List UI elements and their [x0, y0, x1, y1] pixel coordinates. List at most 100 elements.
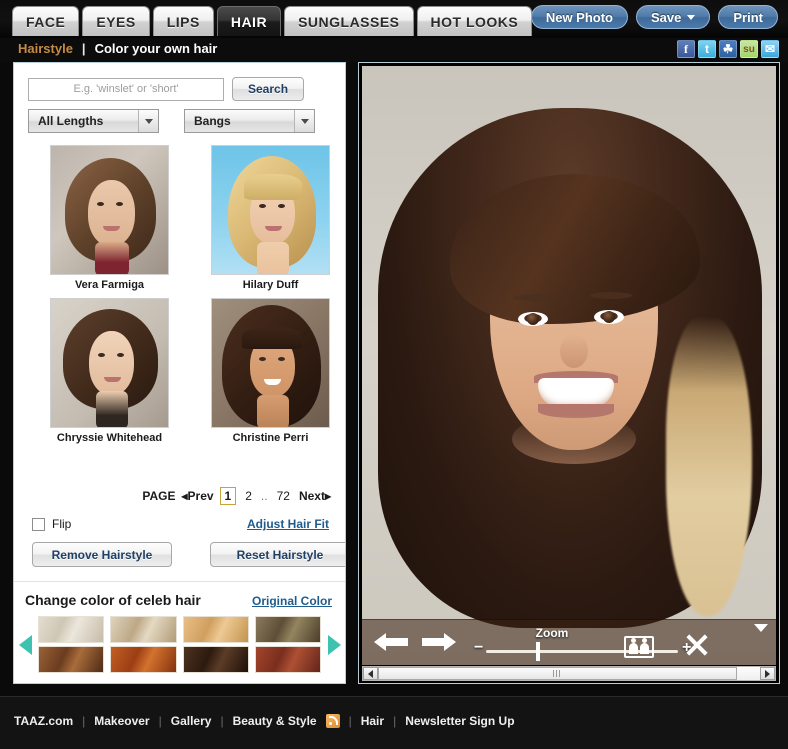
swatch-beige-blonde[interactable]	[110, 616, 177, 643]
tab-hair[interactable]: HAIR	[216, 6, 282, 36]
chevron-down-icon	[138, 110, 158, 132]
swatch-dark-brown[interactable]	[182, 646, 249, 673]
scroll-left-arrow-icon[interactable]	[363, 667, 378, 680]
flip-control[interactable]: Flip	[32, 517, 71, 531]
flip-label: Flip	[52, 517, 72, 531]
chevron-down-icon	[294, 110, 314, 132]
scrollbar-track[interactable]	[378, 667, 760, 680]
myspace-icon[interactable]: ☘	[719, 40, 737, 58]
viewer-toolbar: Zoom − +	[362, 619, 776, 665]
pagination-last-page[interactable]: 72	[274, 488, 293, 504]
swatch-auburn-red[interactable]	[254, 646, 321, 673]
swatch-medium-brown[interactable]	[38, 646, 105, 673]
hair-color-header: Change color of celeb hair Original Colo…	[25, 592, 332, 608]
footer-divider: |	[158, 714, 162, 728]
compare-icon[interactable]	[624, 636, 654, 658]
flip-checkbox[interactable]	[32, 517, 45, 531]
user-photo[interactable]	[362, 66, 776, 665]
new-photo-button[interactable]: New Photo	[530, 5, 628, 29]
close-icon[interactable]	[684, 632, 710, 658]
search-button[interactable]: Search	[232, 77, 305, 101]
swatch-dark-ash-brown[interactable]	[254, 616, 321, 643]
footer-link-newsletter[interactable]: Newsletter Sign Up	[405, 714, 514, 728]
facebook-icon[interactable]: f	[677, 40, 695, 58]
scrollbar-thumb[interactable]	[378, 667, 738, 680]
scroll-right-arrow-icon[interactable]	[760, 667, 775, 680]
hair-color-carousel	[14, 616, 345, 673]
tab-sunglasses[interactable]: SUNGLASSES	[284, 6, 414, 36]
sub-header-bar: Hairstyle | Color your own hair f t ☘ su…	[0, 38, 788, 62]
pagination-prev[interactable]: ◂Prev	[182, 489, 214, 503]
save-label: Save	[651, 9, 682, 25]
adjust-hair-fit-link[interactable]: Adjust Hair Fit	[247, 517, 329, 531]
footer-link-taaz[interactable]: TAAZ.com	[14, 714, 73, 728]
footer-divider: |	[393, 714, 397, 728]
breadcrumb-hairstyle[interactable]: Hairstyle	[18, 41, 73, 56]
person-glyph-right	[640, 638, 649, 654]
footer-link-makeover[interactable]: Makeover	[94, 714, 149, 728]
zoom-out-button[interactable]: −	[474, 640, 483, 656]
tab-hot-looks[interactable]: HOT LOOKS	[416, 6, 533, 36]
hair-color-swatches	[36, 616, 323, 673]
filter-row: All Lengths Bangs	[28, 109, 315, 133]
swatch-golden-blonde[interactable]	[182, 616, 249, 643]
tab-eyes[interactable]: EYES	[82, 6, 150, 36]
footer-link-gallery[interactable]: Gallery	[171, 714, 212, 728]
swatch-light-ash-blonde[interactable]	[38, 616, 105, 643]
save-button[interactable]: Save	[636, 5, 711, 29]
pagination-current-page[interactable]: 1	[219, 487, 237, 505]
scrollbar-grip-icon	[553, 670, 563, 677]
carousel-next-arrow-icon[interactable]	[323, 634, 345, 655]
celebrity-card-christine-perri[interactable]: Christine Perri	[211, 298, 330, 444]
footer-link-beauty-style[interactable]: Beauty & Style	[233, 714, 317, 728]
footer-link-hair[interactable]: Hair	[361, 714, 384, 728]
chevron-down-icon	[687, 14, 696, 20]
photo-brow-right	[590, 292, 632, 299]
celebrity-name: Chryssie Whitehead	[56, 432, 163, 444]
photo-chin	[512, 414, 636, 464]
forward-arrow-icon[interactable]	[418, 630, 458, 654]
pagination-next[interactable]: Next▸	[299, 489, 331, 503]
collapse-caret-icon[interactable]	[754, 624, 768, 632]
zoom-slider-handle[interactable]	[536, 642, 540, 661]
back-arrow-icon[interactable]	[372, 630, 412, 654]
length-select[interactable]: All Lengths	[28, 109, 159, 133]
print-label: Print	[733, 9, 763, 25]
photo-horizontal-scrollbar[interactable]	[362, 666, 776, 681]
celebrity-card-chryssie-whitehead[interactable]: Chryssie Whitehead	[50, 298, 169, 444]
pagination: PAGE ◂Prev 1 2 .. 72 Next▸	[14, 487, 331, 505]
swatch-copper-red[interactable]	[110, 646, 177, 673]
celebrity-name: Christine Perri	[232, 432, 309, 444]
pagination-page-2[interactable]: 2	[242, 488, 255, 504]
celebrity-card-hilary-duff[interactable]: Hilary Duff	[211, 145, 330, 291]
search-row: Search	[28, 77, 305, 101]
footer-divider: |	[348, 714, 352, 728]
photo-pupil-left	[527, 313, 539, 325]
celebrity-thumbnail[interactable]	[211, 298, 330, 428]
top-action-buttons: New Photo Save Print	[530, 5, 778, 29]
tab-face[interactable]: FACE	[12, 6, 80, 36]
celebrity-thumbnail[interactable]	[50, 145, 169, 275]
stumbleupon-icon[interactable]: su	[740, 40, 758, 58]
thumbnail-photo	[212, 146, 329, 274]
print-button[interactable]: Print	[718, 5, 778, 29]
rss-icon[interactable]	[325, 714, 340, 728]
email-icon[interactable]: ✉	[761, 40, 779, 58]
remove-hairstyle-button[interactable]: Remove Hairstyle	[32, 542, 172, 567]
length-select-value: All Lengths	[38, 114, 104, 128]
tab-lips[interactable]: LIPS	[152, 6, 214, 36]
reset-hairstyle-button[interactable]: Reset Hairstyle	[210, 542, 345, 567]
thumbnail-photo	[51, 146, 168, 274]
bangs-select[interactable]: Bangs	[184, 109, 315, 133]
celebrity-thumbnail[interactable]	[211, 145, 330, 275]
carousel-prev-arrow-icon[interactable]	[14, 634, 36, 655]
hair-color-section: Change color of celeb hair Original Colo…	[14, 581, 345, 683]
celebrity-thumbnail[interactable]	[50, 298, 169, 428]
original-color-link[interactable]: Original Color	[252, 594, 332, 608]
social-share-bar: f t ☘ su ✉	[677, 40, 779, 58]
celebrity-card-vera-farmiga[interactable]: Vera Farmiga	[50, 145, 169, 291]
twitter-icon[interactable]: t	[698, 40, 716, 58]
pagination-ellipsis: ..	[260, 489, 268, 503]
celebrity-grid: Vera Farmiga Hilary Duff Chryssie Whiteh…	[50, 145, 330, 451]
search-input[interactable]	[28, 77, 224, 101]
